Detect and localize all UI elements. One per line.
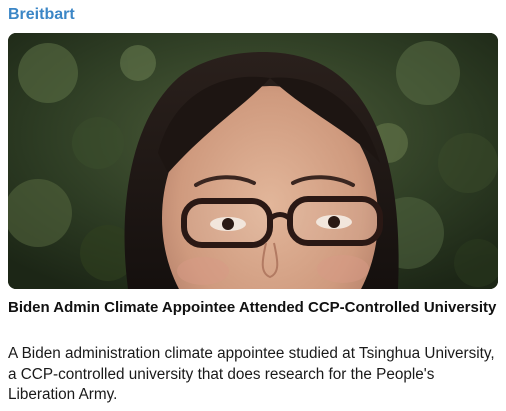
- article-summary: A Biden administration climate appointee…: [8, 345, 495, 403]
- article-image[interactable]: [8, 33, 498, 289]
- portrait-photo-icon: [8, 33, 498, 289]
- source-link[interactable]: Breitbart: [8, 5, 75, 25]
- article-headline[interactable]: Biden Admin Climate Appointee Attended C…: [8, 298, 498, 318]
- news-card: Breitbart Biden Admin Climate Appointee …: [0, 0, 506, 411]
